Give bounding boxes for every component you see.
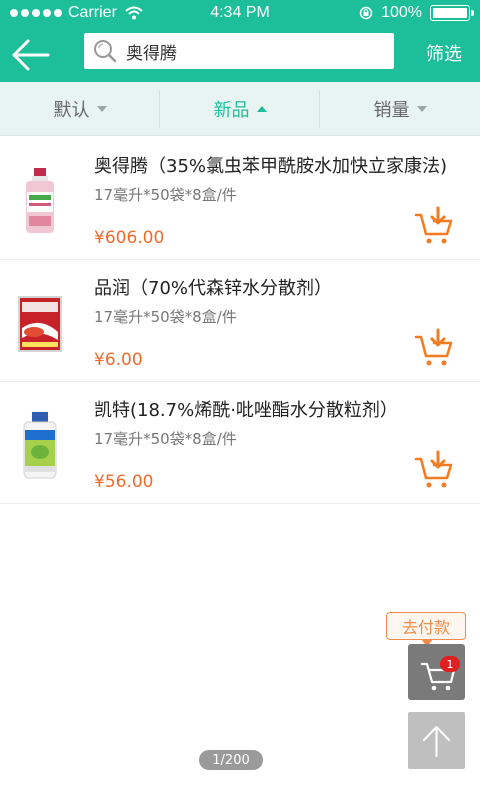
filter-button[interactable]: 筛选	[426, 40, 462, 66]
product-row[interactable]: 奥得腾（35%氯虫苯甲酰胺水加快立家康法) 17毫升*50袋*8盒/件 ¥606…	[0, 138, 480, 260]
product-bag-image	[18, 296, 62, 352]
search-value: 奥得腾	[126, 43, 177, 64]
product-row[interactable]: 品润（70%代森锌水分散剂） 17毫升*50袋*8盒/件 ¥6.00	[0, 260, 480, 382]
sort-tab-label: 销量	[373, 100, 410, 121]
sort-bar: 默认 新品 销量	[0, 82, 480, 136]
product-price: ¥56.00	[94, 472, 154, 492]
product-spec: 17毫升*50袋*8盒/件	[94, 186, 237, 204]
product-price: ¥6.00	[94, 350, 143, 370]
sort-tab-default[interactable]: 默认	[0, 82, 160, 136]
add-to-cart-icon[interactable]	[414, 206, 454, 246]
product-row[interactable]: 凯特(18.7%烯酰·吡唑酯水分散粒剂） 17毫升*50袋*8盒/件 ¥56.0…	[0, 382, 480, 504]
nav-bar: 奥得腾 筛选	[0, 28, 480, 82]
checkout-button[interactable]: 去付款	[386, 612, 466, 647]
status-right: 100%	[359, 4, 474, 22]
cart-icon	[420, 662, 456, 691]
page-indicator: 1/200	[199, 750, 263, 770]
caret-down-icon	[96, 106, 107, 112]
sort-tab-label: 新品	[213, 100, 250, 121]
product-spec: 17毫升*50袋*8盒/件	[94, 430, 237, 448]
scroll-top-button[interactable]	[408, 712, 465, 769]
caret-down-icon	[416, 106, 427, 112]
product-spec: 17毫升*50袋*8盒/件	[94, 308, 237, 326]
rotation-lock-icon	[359, 6, 373, 20]
product-list: 奥得腾（35%氯虫苯甲酰胺水加快立家康法) 17毫升*50袋*8盒/件 ¥606…	[0, 138, 480, 504]
search-input[interactable]: 奥得腾	[84, 33, 394, 69]
battery-icon	[430, 5, 474, 21]
add-to-cart-icon[interactable]	[414, 450, 454, 490]
product-name: 奥得腾（35%氯虫苯甲酰胺水加快立家康法)	[94, 156, 448, 177]
caret-up-icon	[256, 106, 267, 112]
sort-tab-sales[interactable]: 销量	[320, 82, 480, 136]
status-bar: Carrier 4:34 PM 100%	[0, 0, 480, 28]
product-name: 品润（70%代森锌水分散剂）	[94, 278, 333, 299]
search-icon	[94, 40, 117, 63]
product-bottle-image	[26, 168, 54, 233]
sort-tab-label: 默认	[53, 100, 90, 121]
add-to-cart-icon[interactable]	[414, 328, 454, 368]
battery-percent: 100%	[381, 4, 422, 21]
back-button[interactable]	[8, 31, 56, 79]
product-price: ¥606.00	[94, 228, 165, 248]
back-arrow-icon	[12, 39, 50, 71]
sort-tab-new[interactable]: 新品	[160, 82, 320, 136]
product-bottle-image	[23, 412, 57, 479]
cart-count-badge: 1	[440, 656, 460, 672]
product-name: 凯特(18.7%烯酰·吡唑酯水分散粒剂）	[94, 400, 398, 421]
floating-cart-button[interactable]	[408, 644, 465, 700]
scroll-top-icon	[423, 726, 450, 757]
